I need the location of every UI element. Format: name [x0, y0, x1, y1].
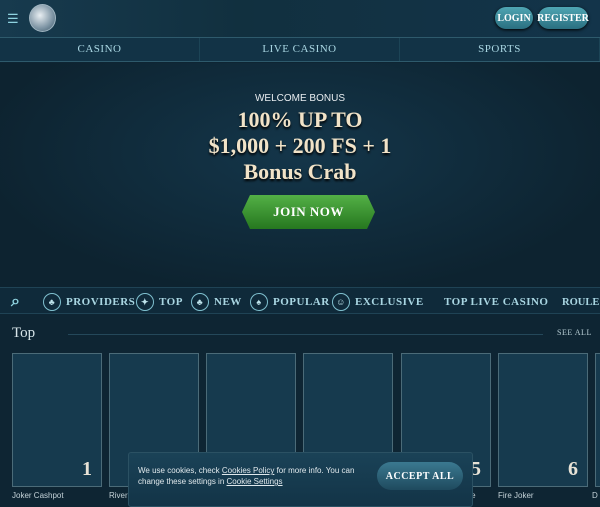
register-button[interactable]: REGISTER — [537, 7, 589, 29]
logo[interactable] — [29, 4, 56, 32]
category-new[interactable]: ♣ NEW — [191, 292, 242, 312]
game-card[interactable] — [595, 353, 600, 487]
menu-search-icon[interactable]: ☰ — [7, 11, 23, 26]
game-rank: 6 — [568, 458, 578, 480]
game-name[interactable]: D — [592, 491, 598, 500]
login-button[interactable]: LOGIN — [495, 7, 533, 29]
nav-sports[interactable]: SPORTS — [400, 38, 600, 61]
category-label: POPULAR — [273, 296, 330, 308]
main-nav: CASINO LIVE CASINO SPORTS — [0, 37, 600, 62]
bonus-headline: 100% UP TO $1,000 + 200 FS + 1 Bonus Cra… — [0, 107, 600, 185]
welcome-label: WELCOME BONUS — [254, 93, 345, 104]
hero-banner: WELCOME BONUS 100% UP TO $1,000 + 200 FS… — [0, 63, 600, 287]
category-providers[interactable]: ♣ PROVIDERS — [43, 292, 135, 312]
section-title: Top — [12, 325, 36, 341]
join-now-button[interactable]: JOIN NOW — [242, 195, 375, 229]
category-label: TOP — [159, 296, 183, 308]
category-roulette[interactable]: ROULE — [562, 292, 599, 312]
category-popular[interactable]: ♠ POPULAR — [250, 292, 330, 312]
see-all-link[interactable]: SEE ALL — [557, 328, 592, 337]
headline-line: 100% UP TO — [237, 107, 363, 132]
nav-live-casino[interactable]: LIVE CASINO — [200, 38, 400, 61]
game-card[interactable]: 6 — [498, 353, 588, 487]
top-icon: ✦ — [136, 293, 154, 311]
headline-line: $1,000 + 200 FS + 1 — [208, 133, 392, 158]
cookies-policy-link[interactable]: Cookies Policy — [222, 466, 274, 475]
exclusive-icon: ☺ — [332, 293, 350, 311]
cookie-text-part: We use cookies, check — [138, 466, 222, 475]
category-exclusive[interactable]: ☺ EXCLUSIVE — [332, 292, 424, 312]
cookie-text: We use cookies, check Cookies Policy for… — [138, 465, 363, 487]
category-label: EXCLUSIVE — [355, 296, 424, 308]
game-card[interactable]: 1 — [12, 353, 102, 487]
game-name[interactable]: Fire Joker — [498, 491, 534, 500]
search-icon[interactable]: ⌕ — [11, 292, 20, 312]
new-icon: ♣ — [191, 293, 209, 311]
cookie-settings-link[interactable]: Cookie Settings — [227, 477, 283, 486]
game-rank: 1 — [82, 458, 92, 480]
accept-all-button[interactable]: ACCEPT ALL — [377, 462, 463, 490]
category-label: NEW — [214, 296, 242, 308]
header: ☰ LOGIN REGISTER — [0, 0, 600, 37]
popular-icon: ♠ — [250, 293, 268, 311]
category-label: PROVIDERS — [66, 296, 136, 308]
game-name[interactable]: River — [109, 491, 128, 500]
providers-icon: ♣ — [43, 293, 61, 311]
cookie-banner: We use cookies, check Cookies Policy for… — [128, 452, 473, 507]
category-bar: ⌕ ♣ PROVIDERS ✦ TOP ♣ NEW ♠ POPULAR ☺ EXCLUSI… — [0, 287, 600, 314]
category-top[interactable]: ✦ TOP — [136, 292, 183, 312]
category-top-live-casino[interactable]: TOP LIVE CASINO — [444, 292, 549, 312]
headline-line: Bonus Crab — [243, 159, 357, 184]
nav-casino[interactable]: CASINO — [0, 38, 200, 61]
game-name[interactable]: Joker Cashpot — [12, 491, 64, 500]
divider — [68, 334, 543, 335]
